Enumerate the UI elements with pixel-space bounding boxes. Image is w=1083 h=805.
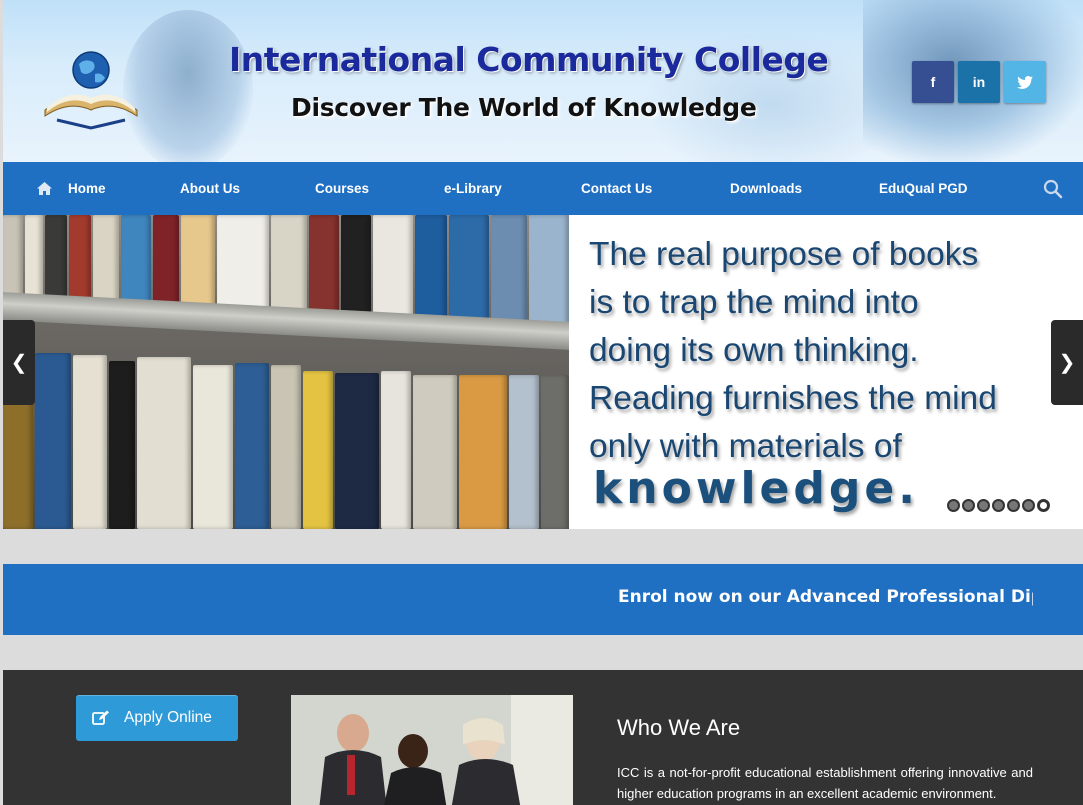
slider-dot[interactable] (1007, 499, 1020, 512)
slide-quote: The real purpose of books is to trap the… (589, 231, 1069, 471)
chevron-left-icon: ❮ (10, 352, 28, 374)
slider-dot[interactable] (977, 499, 990, 512)
quote-emphasis: knowledge. (593, 463, 919, 514)
hero-slider: The real purpose of books is to trap the… (3, 215, 1083, 529)
chevron-right-icon: ❯ (1058, 352, 1076, 374)
apply-online-button[interactable]: Apply Online (76, 695, 238, 741)
slider-next-button[interactable]: ❯ (1051, 320, 1083, 405)
page: International Community College Discover… (3, 0, 1083, 805)
who-we-are-heading: Who We Are (617, 715, 741, 740)
college-logo[interactable] (39, 48, 143, 130)
twitter-bird-icon (1017, 75, 1033, 89)
slider-prev-button[interactable]: ❮ (3, 320, 35, 405)
nav-item-downloads[interactable]: Downloads (730, 162, 802, 215)
site-header: International Community College Discover… (3, 0, 1083, 162)
site-title: International Community College (229, 40, 829, 79)
nav-label-e-library: e-Library (444, 181, 502, 196)
apply-online-label: Apply Online (124, 709, 212, 726)
slider-dot[interactable] (992, 499, 1005, 512)
edit-icon (92, 710, 109, 725)
nav-label-contact-us: Contact Us (581, 181, 653, 196)
slider-dot[interactable] (1037, 499, 1050, 512)
nav-label-downloads: Downloads (730, 181, 803, 196)
home-icon (37, 182, 52, 195)
search-icon[interactable] (1043, 179, 1063, 199)
facebook-button[interactable]: f (912, 61, 954, 103)
nav-item-home[interactable]: Home (37, 162, 106, 215)
site-tagline: Discover The World of Knowledge (291, 93, 757, 122)
quote-line: is to trap the mind into (589, 284, 919, 321)
bookshelf-photo (3, 215, 569, 529)
twitter-button[interactable] (1004, 61, 1046, 103)
nav-item-about-us[interactable]: About Us (180, 162, 240, 215)
team-photo (291, 695, 573, 805)
slider-dot[interactable] (1022, 499, 1035, 512)
nav-item-e-library[interactable]: e-Library (444, 162, 502, 215)
nav-label-about-us: About Us (180, 181, 240, 196)
about-section: Apply Online Who We Are ICC is a not-for… (3, 670, 1083, 805)
quote-line: doing its own thinking. (589, 332, 919, 369)
nav-item-courses[interactable]: Courses (315, 162, 369, 215)
quote-line: The real purpose of books (589, 236, 979, 273)
facebook-icon: f (930, 74, 936, 90)
announcement-marquee[interactable]: Enrol now on our Advanced Professional D… (618, 587, 1033, 607)
slider-dot[interactable] (962, 499, 975, 512)
slider-pagination (947, 499, 1050, 512)
nav-item-contact-us[interactable]: Contact Us (581, 162, 652, 215)
main-nav: Home About Us Courses e-Library Contact … (3, 162, 1083, 215)
who-we-are-text: ICC is a not-for-profit educational esta… (617, 765, 1033, 801)
nav-label-courses: Courses (315, 181, 370, 196)
nav-item-eduqual-pgd[interactable]: EduQual PGD (879, 162, 968, 215)
nav-label-home: Home (68, 181, 106, 196)
quote-line: Reading furnishes the mind (589, 380, 997, 417)
nav-label-eduqual-pgd: EduQual PGD (879, 181, 968, 196)
linkedin-button[interactable]: in (958, 61, 1000, 103)
announcement-band: Enrol now on our Advanced Professional D… (3, 564, 1083, 635)
slider-dot[interactable] (947, 499, 960, 512)
linkedin-icon: in (972, 74, 986, 90)
